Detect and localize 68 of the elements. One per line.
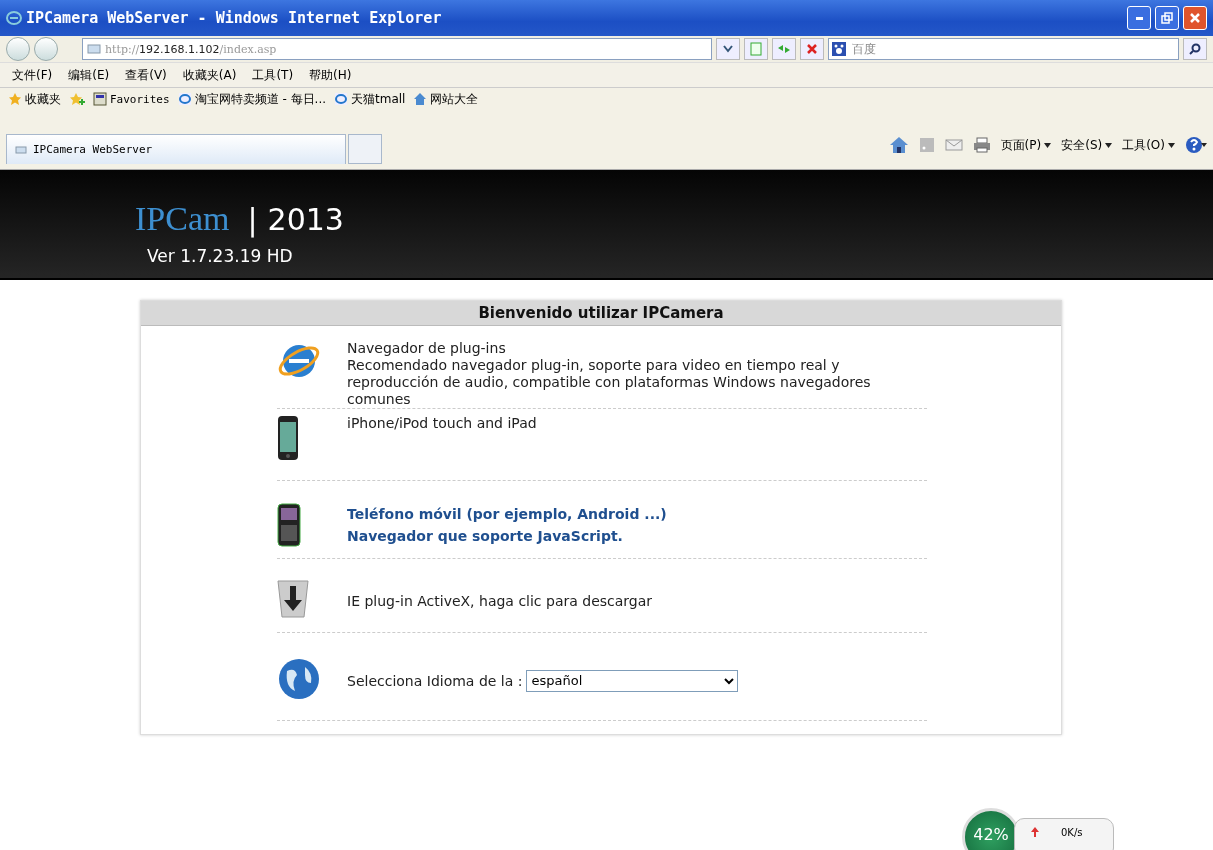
minimize-icon (1135, 16, 1143, 20)
home-icon[interactable] (888, 136, 909, 154)
version-text: Ver 1.7.23.19 HD (147, 246, 294, 266)
caret-icon (723, 45, 733, 53)
page-icon (15, 145, 27, 154)
search-field[interactable]: 百度 (828, 38, 1179, 60)
menu-item[interactable]: 帮助(H) (309, 66, 352, 84)
refresh-button[interactable] (772, 38, 796, 60)
refresh-icon (777, 43, 791, 55)
page-icon (750, 42, 762, 56)
menu-item[interactable]: 收藏夹(A) (182, 66, 237, 84)
search-button[interactable] (1183, 38, 1207, 60)
add-favorite-icon[interactable] (69, 92, 85, 106)
globe-icon (277, 657, 321, 701)
paw-icon (832, 42, 846, 56)
minimize-button[interactable] (1127, 6, 1151, 30)
favorite-link[interactable]: 天猫tmall (334, 90, 406, 108)
printer-icon[interactable] (972, 137, 991, 153)
language-label: Selecciona Idioma de la : (347, 672, 523, 689)
restore-icon (1161, 12, 1173, 24)
upload-arrow-icon (1031, 827, 1039, 837)
favorite-link[interactable]: 网站大全 (413, 90, 479, 108)
stop-icon (806, 43, 818, 55)
forward-button[interactable] (34, 37, 58, 61)
upload-speed: 0K/s (1061, 827, 1083, 840)
caret-icon (1105, 142, 1113, 148)
close-icon (1189, 12, 1201, 24)
section-title: Navegador de plug-ins (347, 340, 507, 357)
back-button[interactable] (6, 37, 30, 61)
separator-text: | (247, 202, 258, 237)
logo-text: IPCam (135, 200, 230, 238)
search-icon (1189, 43, 1201, 55)
star-icon (8, 92, 22, 106)
mail-icon[interactable] (944, 139, 963, 151)
stop-button[interactable] (800, 38, 824, 60)
home-icon (413, 92, 428, 106)
favorite-link[interactable]: 淘宝网特卖频道 - 每日... (177, 90, 326, 108)
window-title: IPCamera WebServer - Windows Internet Explorer (26, 9, 443, 27)
mobile-link[interactable]: Navegador que soporte JavaScript. (347, 525, 667, 547)
menu-item[interactable]: 工具(T) (252, 66, 294, 84)
command-menu[interactable]: 页面(P) (1000, 136, 1052, 154)
mobile-link[interactable]: Teléfono móvil (por ejemplo, Android ...) (347, 503, 667, 525)
close-button[interactable] (1183, 6, 1207, 30)
help-icon[interactable] (1185, 136, 1207, 154)
year-text: 2013 (267, 202, 344, 237)
page-icon (87, 44, 101, 54)
favorites-button[interactable]: 收藏夹 (8, 90, 61, 108)
smartphone-icon (277, 503, 301, 547)
panel-title: Bienvenido utilizar IPCamera (141, 301, 1061, 326)
device-label: iPhone/iPod touch and iPad (346, 415, 538, 432)
phone-icon (277, 415, 299, 461)
browser-tab[interactable]: IPCamera WebServer (6, 134, 346, 164)
language-select[interactable]: español (526, 669, 739, 692)
restore-button[interactable] (1155, 6, 1179, 30)
dropdown-button[interactable] (716, 38, 740, 60)
address-field[interactable]: http://192.168.1.102/index.asp (82, 38, 712, 60)
command-menu[interactable]: 安全(S) (1061, 136, 1113, 154)
command-menu[interactable]: 工具(O) (1122, 136, 1175, 154)
description-text: Recomendado navegador plug-in, soporte para video en tiempo real y reproducción de audio, compatible con plataformas Windows navegadores comunes (347, 357, 872, 408)
menu-item[interactable]: 编辑(E) (68, 66, 110, 84)
menu-item[interactable]: 查看(V) (125, 66, 167, 84)
download-link[interactable]: IE plug-in ActiveX, haga clic para descargar (347, 592, 653, 609)
download-icon[interactable] (277, 580, 309, 618)
menu-item[interactable]: 文件(F) (12, 66, 53, 84)
caret-icon (1168, 142, 1175, 148)
url-text: http://192.168.1.102/index.asp (105, 42, 277, 56)
favorite-link[interactable]: Favorites (93, 92, 170, 106)
caret-icon (1044, 142, 1052, 148)
